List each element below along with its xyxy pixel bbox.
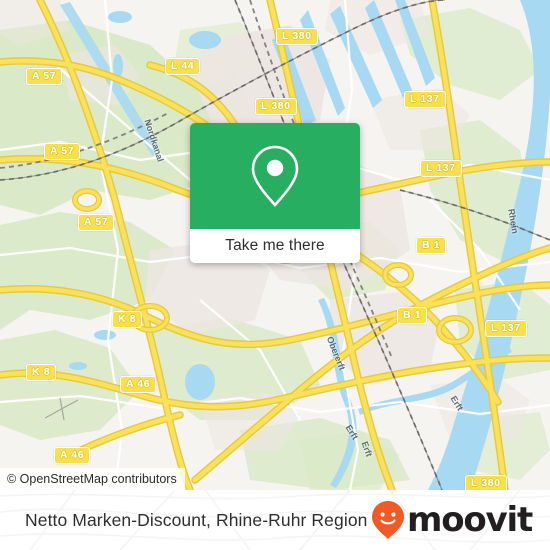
road-shield: K 8: [112, 311, 143, 328]
card-pin-area: [190, 123, 360, 229]
osm-attribution[interactable]: © OpenStreetMap contributors: [0, 468, 185, 490]
road-shield: L 380: [255, 98, 297, 115]
screenshot-root: L 380 A 57 L 44 L 380 L 137 A 57 L 137 A…: [0, 0, 550, 550]
moovit-wordmark: moovit: [406, 500, 533, 540]
road-shield: L 380: [276, 28, 318, 45]
road-shield: A 46: [54, 447, 91, 464]
moovit-pin-icon: [371, 501, 404, 539]
road-shield: A 57: [78, 214, 115, 231]
moovit-logo[interactable]: moovit: [371, 490, 533, 550]
take-me-there-card[interactable]: Take me there: [190, 123, 360, 263]
road-shield: L 380: [465, 475, 507, 490]
place-title-text: Netto Marken-Discount, Rhine-Ruhr Region: [25, 509, 368, 530]
road-shield: L 137: [485, 320, 527, 337]
card-action-area[interactable]: Take me there: [190, 229, 360, 263]
road-shield: L 137: [420, 160, 462, 177]
page-title: Netto Marken-Discount, Rhine-Ruhr Region: [25, 490, 367, 550]
map-pin-icon: [251, 145, 299, 207]
map-canvas[interactable]: L 380 A 57 L 44 L 380 L 137 A 57 L 137 A…: [0, 0, 550, 490]
osm-attribution-text: © OpenStreetMap contributors: [7, 472, 177, 486]
road-shield: A 57: [44, 143, 81, 160]
road-shield: B 1: [416, 237, 447, 254]
road-shield: A 46: [120, 376, 157, 393]
road-shield: K 8: [26, 364, 57, 381]
footer-bar: Netto Marken-Discount, Rhine-Ruhr Region…: [0, 490, 550, 550]
road-shield: A 57: [26, 68, 63, 85]
road-shield: L 137: [404, 91, 446, 108]
take-me-there-label: Take me there: [225, 237, 325, 254]
road-shield: B 1: [397, 307, 428, 324]
road-shield: L 44: [165, 58, 201, 75]
